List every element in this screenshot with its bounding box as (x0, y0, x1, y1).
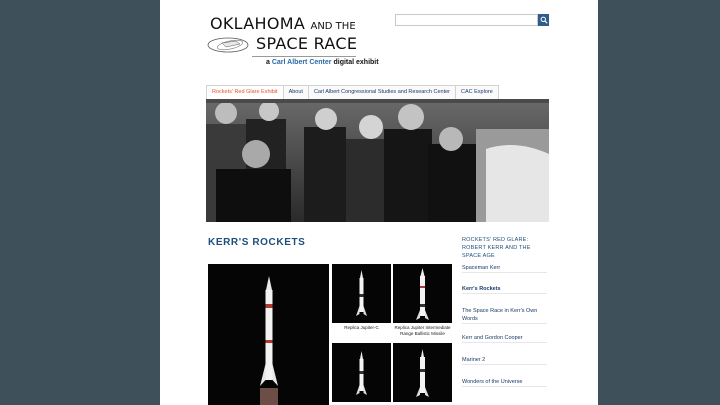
logo-title-line1: OKLAHOMA AND THE (210, 14, 356, 33)
search-input[interactable] (395, 14, 538, 26)
logo-divider (252, 56, 356, 57)
hero-photo (206, 99, 549, 222)
tab-rockets-red-glare[interactable]: Rockets' Red Glare Exhibit (206, 85, 284, 99)
caption-jupiter-c: Replica Jupiter-C (344, 325, 379, 330)
rocket-photo-large[interactable] (208, 264, 329, 405)
rocket-thumb-3[interactable] (332, 343, 391, 402)
sidebar-item-space-race-words[interactable]: The Space Race in Kerr's Own Words (462, 307, 547, 324)
logo-sub-accent: Carl Albert Center (271, 59, 332, 66)
logo-word-and-the: AND THE (310, 21, 356, 32)
logo-word-oklahoma: OKLAHOMA (210, 14, 306, 33)
rocket-icon (416, 349, 429, 397)
rocket-icon (356, 270, 367, 316)
tab-about[interactable]: About (282, 85, 309, 99)
rocket-thumb-4[interactable] (393, 343, 452, 402)
main-nav: Rockets' Red Glare Exhibit About Carl Al… (206, 85, 499, 99)
logo-subtitle: a Carl Albert Center digital exhibit (266, 59, 379, 66)
tab-cac-explore[interactable]: CAC Explore (454, 85, 499, 99)
sidebar-item-wonders-universe[interactable]: Wonders of the Universe (462, 378, 547, 387)
hero-photo-image (206, 99, 549, 222)
tab-carl-albert-center[interactable]: Carl Albert Congressional Studies and Re… (307, 85, 456, 99)
logo-sub-suffix: digital exhibit (333, 59, 379, 66)
rocket-icon (260, 276, 278, 405)
site-logo[interactable]: OKLAHOMA AND THE SPACE RACE a Carl Alber… (206, 12, 379, 70)
page-title: KERR'S ROCKETS (208, 237, 306, 248)
orbit-icon (207, 37, 249, 53)
search-bar (395, 14, 549, 26)
rocket-icon (416, 268, 429, 320)
search-icon (540, 16, 548, 24)
sidebar-item-kerr-gordon-cooper[interactable]: Kerr and Gordon Cooper (462, 334, 547, 343)
sidebar-item-mariner-2[interactable]: Mariner 2 (462, 356, 547, 365)
rocket-icon (356, 351, 367, 395)
rocket-thumb-jupiter-c[interactable] (332, 264, 391, 323)
sidebar-item-spaceman-kerr[interactable]: Spaceman Kerr (462, 264, 547, 273)
sidebar-heading[interactable]: ROCKETS' RED GLARE: ROBERT KERR AND THE … (462, 236, 547, 260)
search-button[interactable] (538, 14, 549, 26)
logo-sub-prefix: a (266, 59, 270, 66)
sidebar-item-kerrs-rockets[interactable]: Kerr's Rockets (462, 285, 547, 294)
page-container: OKLAHOMA AND THE SPACE RACE a Carl Alber… (160, 0, 598, 405)
exhibit-sidebar: ROCKETS' RED GLARE: ROBERT KERR AND THE … (462, 236, 547, 387)
logo-title-line2: SPACE RACE (256, 34, 358, 53)
rocket-thumb-jupiter-irbm[interactable] (393, 264, 452, 323)
caption-jupiter-irbm: Replica Jupiter Intermediate Range Balli… (394, 325, 451, 336)
